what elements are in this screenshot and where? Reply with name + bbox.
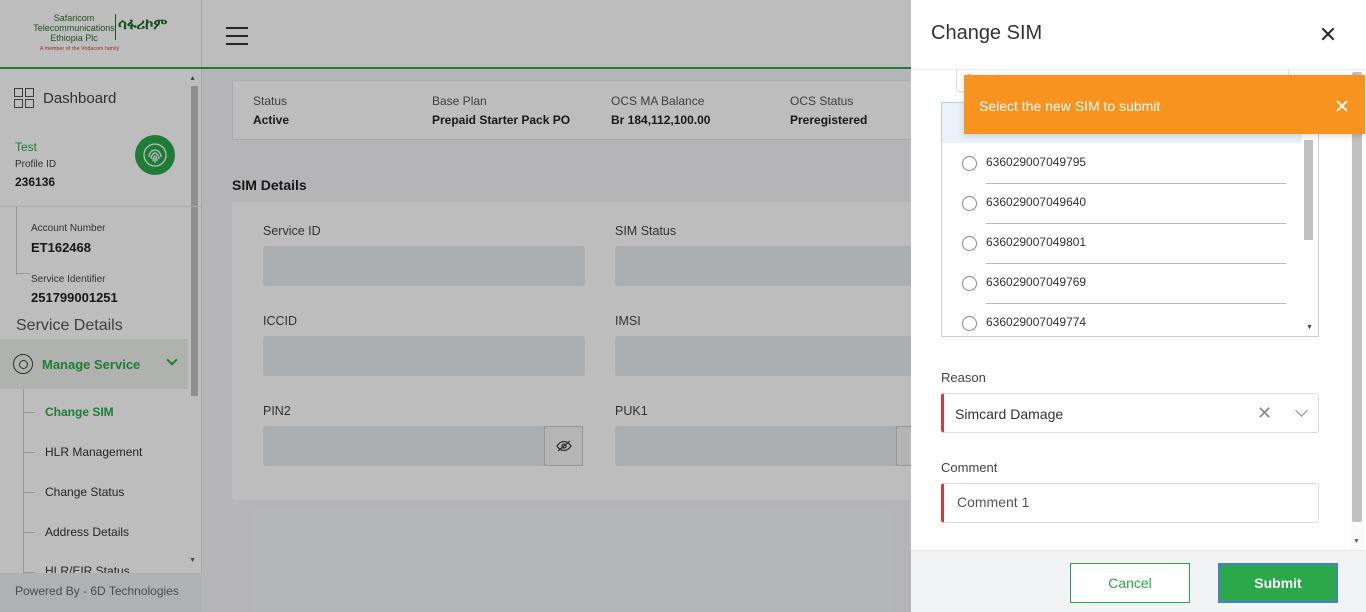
close-icon[interactable] <box>1335 99 1349 113</box>
list-item[interactable]: 636029007049795 <box>962 143 1287 184</box>
comment-textarea[interactable]: Comment 1 <box>941 483 1319 523</box>
drawer-footer: Cancel Submit <box>911 550 1366 612</box>
radio-button[interactable] <box>962 276 977 291</box>
reason-value: Simcard Damage <box>955 406 1064 422</box>
radio-button[interactable] <box>962 316 977 331</box>
sim-list: 636029007049795 636029007049640 63602900… <box>941 102 1319 337</box>
list-item[interactable]: 636029007049801 <box>962 223 1287 264</box>
radio-button[interactable] <box>962 196 977 211</box>
cancel-button[interactable]: Cancel <box>1070 563 1190 603</box>
drawer-header: Change SIM <box>911 0 1366 70</box>
scroll-down-icon[interactable]: ▼ <box>1306 324 1313 331</box>
sim-number: 636029007049795 <box>986 155 1087 169</box>
sim-number: 636029007049769 <box>986 275 1087 289</box>
list-item[interactable]: 636029007049640 <box>962 183 1287 224</box>
close-icon[interactable] <box>1317 24 1339 46</box>
list-item[interactable]: 636029007049769 <box>962 263 1287 304</box>
drawer-scroll-thumb[interactable] <box>1352 72 1362 522</box>
radio-button[interactable] <box>962 236 977 251</box>
sim-list-scroll-thumb[interactable] <box>1304 140 1313 240</box>
sim-number: 636029007049640 <box>986 195 1087 209</box>
scroll-down-icon[interactable]: ▼ <box>1353 538 1360 545</box>
submit-button[interactable]: Submit <box>1218 563 1338 603</box>
comment-label: Comment <box>941 460 998 475</box>
chevron-down-icon[interactable] <box>1295 404 1308 417</box>
warning-toast: Select the new SIM to submit <box>964 75 1365 134</box>
list-item[interactable]: 636029007049774 <box>962 303 1287 336</box>
clear-icon[interactable]: ✕ <box>1257 403 1272 424</box>
sim-number: 636029007049774 <box>986 315 1087 329</box>
reason-select[interactable]: Simcard Damage ✕ <box>941 393 1319 433</box>
modal-overlay[interactable] <box>0 0 911 612</box>
drawer-title: Change SIM <box>931 22 1043 44</box>
drawer-body: Search 636029007049795 636029007049640 6… <box>911 70 1366 550</box>
reason-label: Reason <box>941 370 986 385</box>
toast-message: Select the new SIM to submit <box>979 98 1161 114</box>
radio-button[interactable] <box>962 156 977 171</box>
sim-number: 636029007049801 <box>986 235 1087 249</box>
